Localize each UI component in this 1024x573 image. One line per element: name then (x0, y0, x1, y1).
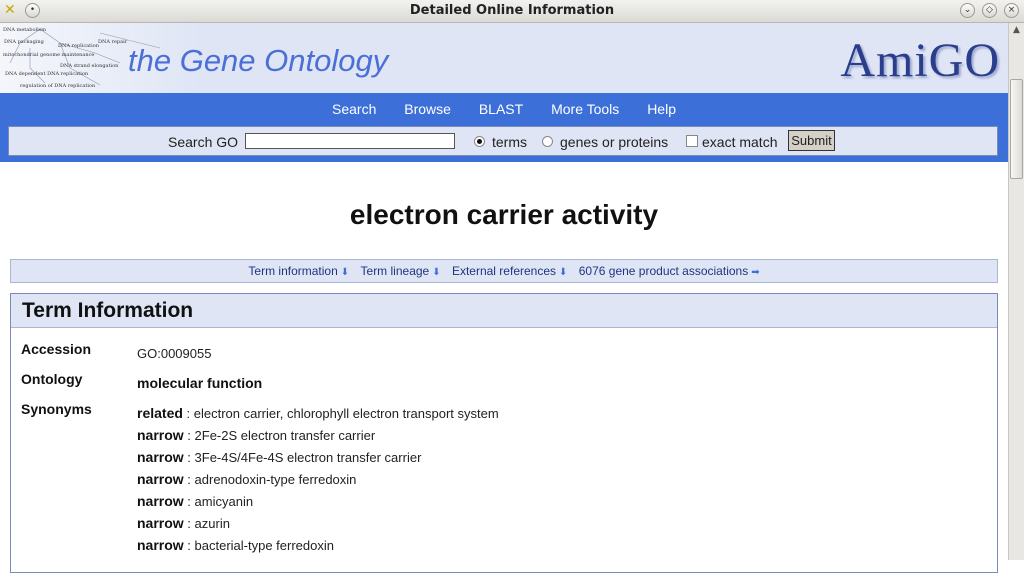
jump-links-bar: Term information ⬇ Term lineage ⬇ External… (10, 259, 998, 283)
graph-label: DNA strand elongation (60, 63, 119, 69)
graph-label: DNA repair (98, 39, 128, 45)
terms-radio[interactable] (474, 136, 485, 147)
genes-option-label[interactable]: genes or proteins (560, 134, 668, 150)
arrow-down-icon: ⬇ (559, 267, 568, 278)
arrow-down-icon: ⬇ (432, 267, 441, 278)
synonym-item: narrow : adrenodoxin-type ferredoxin (137, 471, 357, 487)
vertical-scrollbar[interactable]: ▲ (1008, 23, 1024, 560)
genes-radio[interactable] (542, 136, 553, 147)
nav-search[interactable]: Search (332, 101, 376, 117)
scroll-up-icon[interactable]: ▲ (1009, 23, 1024, 38)
nav-blast[interactable]: BLAST (479, 101, 523, 117)
graph-label: DNA packaging (4, 39, 44, 45)
graph-label: DNA dependent DNA replication (5, 71, 89, 77)
synonyms-label: Synonyms (21, 401, 92, 417)
ontology-value: molecular function (137, 375, 263, 391)
synonym-item: narrow : azurin (137, 515, 230, 531)
synonym-item: narrow : bacterial-type ferredoxin (137, 537, 334, 553)
accession-label: Accession (21, 341, 92, 357)
close-icon[interactable]: × (1004, 3, 1019, 18)
minimize-icon[interactable]: ⌄ (960, 3, 975, 18)
page-title: electron carrier activity (349, 199, 659, 230)
accession-value: GO:0009055 (137, 346, 212, 361)
arrow-down-icon: ⬇ (340, 267, 350, 278)
graph-label: mitochondrial genome maintenance (3, 52, 95, 58)
nav-browse[interactable]: Browse (404, 101, 451, 117)
nav-help[interactable]: Help (647, 101, 676, 117)
jump-term-information[interactable]: Term information ⬇ (248, 264, 349, 278)
scrollbar-thumb[interactable] (1010, 79, 1023, 179)
window-title: Detailed Online Information (409, 3, 615, 18)
maximize-icon[interactable]: ◇ (982, 3, 997, 18)
graph-label: regulation of DNA replication (20, 83, 96, 89)
synonym-item: narrow : 2Fe-2S electron transfer carrie… (137, 427, 376, 443)
amigo-logo[interactable]: AmiGO (840, 33, 1000, 88)
jump-external-references[interactable]: External references ⬇ (452, 264, 567, 278)
term-information-heading: Term Information (11, 294, 997, 328)
search-form: Search GO terms genes or proteins exact … (8, 126, 998, 156)
exact-match-label[interactable]: exact match (702, 134, 777, 150)
graph-label: DNA metabolism (3, 27, 46, 33)
terms-option-label[interactable]: terms (492, 134, 527, 150)
synonym-item: related : electron carrier, chlorophyll … (137, 405, 499, 421)
jump-gene-product-associations[interactable]: 6076 gene product associations ➡ (579, 264, 760, 278)
search-input[interactable] (245, 133, 455, 149)
nav-more-tools[interactable]: More Tools (551, 101, 619, 117)
search-label: Search GO (168, 134, 239, 150)
arrow-right-icon: ➡ (751, 267, 760, 278)
synonym-item: narrow : 3Fe-4S/4Fe-4S electron transfer… (137, 449, 422, 465)
submit-button[interactable]: Submit (788, 130, 835, 151)
search-bar-wrap: Search GO terms genes or proteins exact … (0, 126, 1008, 162)
exact-match-checkbox[interactable] (686, 135, 698, 147)
jump-term-lineage[interactable]: Term lineage ⬇ (361, 264, 441, 278)
main-nav: Search Browse BLAST More Tools Help (0, 93, 1008, 126)
term-information-panel: Term Information Accession GO:0009055 On… (10, 293, 998, 573)
window-titlebar: ✕ • Detailed Online Information ⌄ ◇ × (0, 0, 1024, 23)
synonym-item: narrow : amicyanin (137, 493, 254, 509)
ontology-label: Ontology (21, 371, 83, 387)
site-header: DNA metabolism DNA packaging DNA replica… (0, 23, 1008, 93)
graph-label: DNA replication (58, 43, 99, 49)
site-title[interactable]: the Gene Ontology (128, 43, 388, 79)
